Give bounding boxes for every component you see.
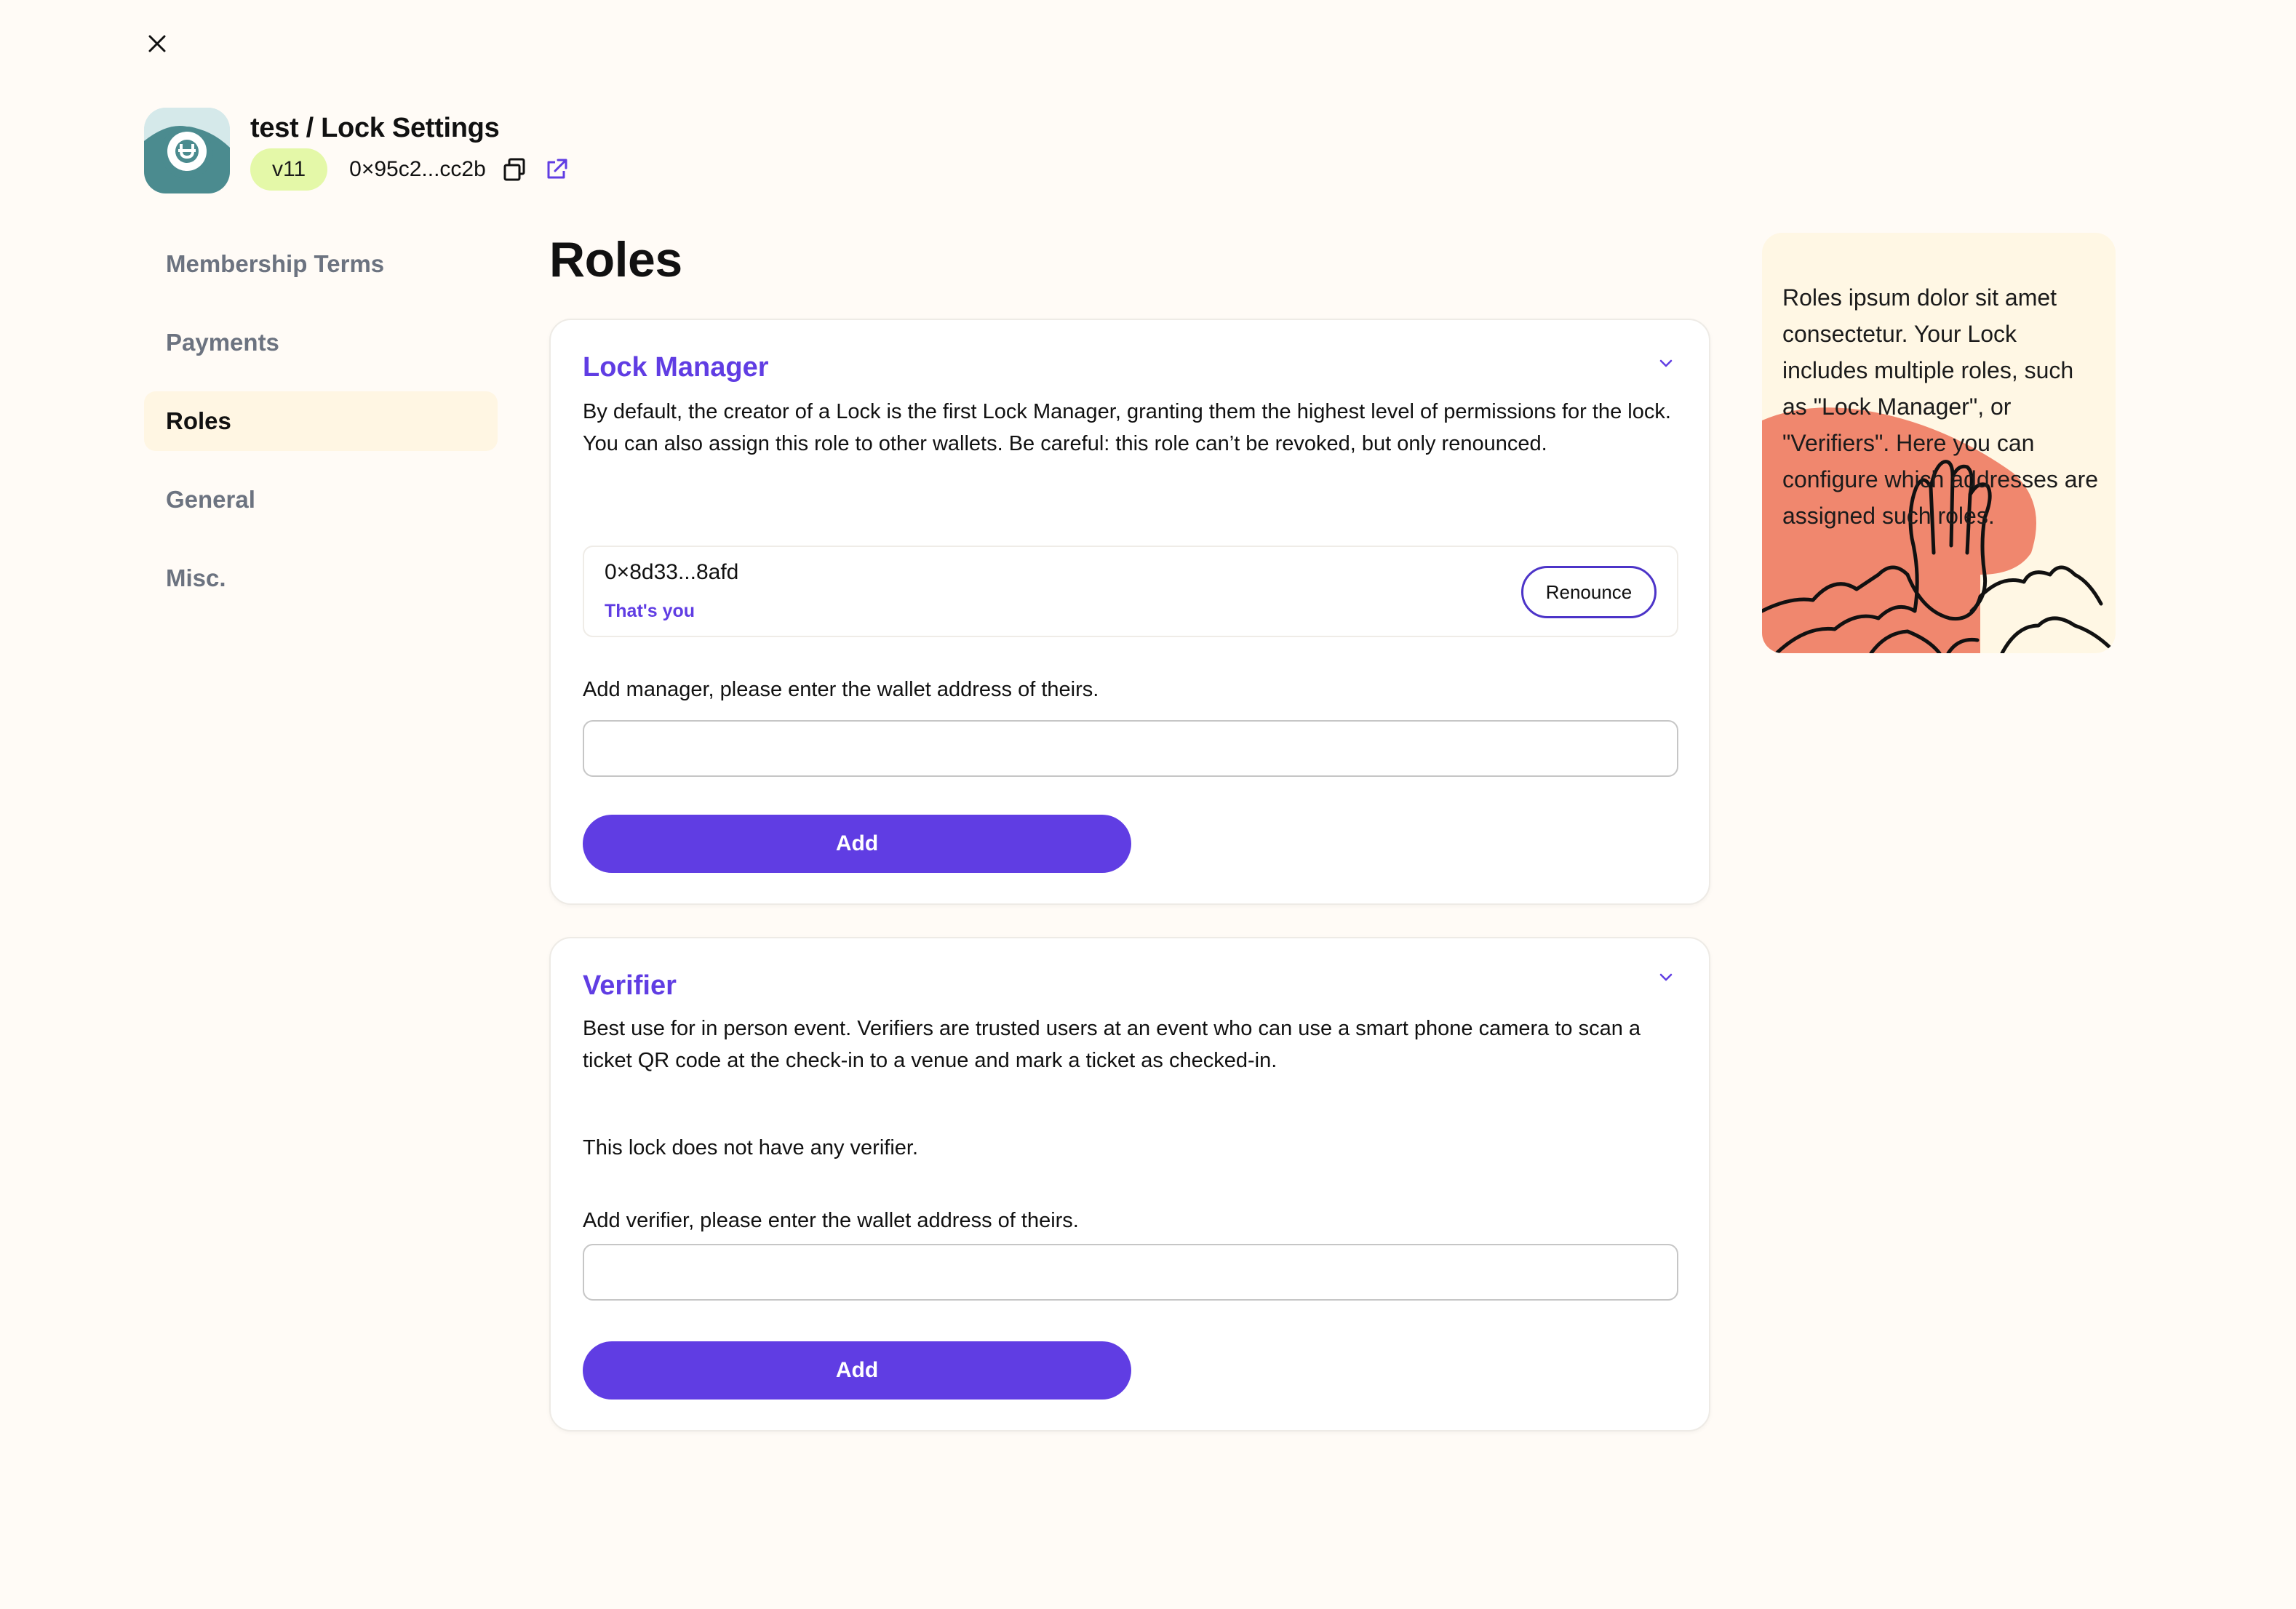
add-verifier-input[interactable] bbox=[583, 1244, 1678, 1301]
roles-help-text: Roles ipsum dolor sit amet consectetur. … bbox=[1782, 284, 2099, 529]
sidebar-item-label: Roles bbox=[166, 407, 231, 434]
sidebar-item-label: Payments bbox=[166, 329, 279, 356]
version-badge: v11 bbox=[250, 148, 328, 191]
close-icon bbox=[148, 35, 166, 52]
lock-settings-page: test / Lock Settings v11 0×95c2...cc2b M… bbox=[0, 0, 2296, 1609]
settings-sidebar: Membership Terms Payments Roles General … bbox=[144, 234, 498, 627]
current-user-label: That's you bbox=[605, 601, 695, 621]
roles-help-panel: Roles ipsum dolor sit amet consectetur. … bbox=[1762, 233, 2116, 653]
add-manager-button[interactable]: Add bbox=[583, 815, 1131, 873]
lock-title: test / Lock Settings bbox=[250, 113, 500, 143]
page-title: Roles bbox=[549, 232, 682, 287]
lock-header: test / Lock Settings v11 0×95c2...cc2b bbox=[144, 108, 569, 193]
add-verifier-button[interactable]: Add bbox=[583, 1341, 1131, 1400]
copy-icon bbox=[503, 158, 525, 181]
lock-manager-title: Lock Manager bbox=[583, 352, 769, 383]
add-manager-label: Add manager, please enter the wallet add… bbox=[583, 678, 1099, 701]
verifier-title: Verifier bbox=[583, 970, 677, 1001]
sidebar-item-label: Membership Terms bbox=[166, 250, 385, 277]
add-manager-input[interactable] bbox=[583, 720, 1678, 777]
lock-address: 0×95c2...cc2b bbox=[349, 157, 486, 181]
verifier-description: Best use for in person event. Verifiers … bbox=[583, 1017, 1641, 1072]
chevron-down-icon[interactable] bbox=[1655, 352, 1677, 374]
manager-list-item: 0×8d33...8afd That's you Renounce bbox=[583, 546, 1678, 637]
lock-avatar bbox=[144, 108, 230, 193]
open-explorer-button[interactable] bbox=[544, 157, 569, 182]
chevron-down-icon[interactable] bbox=[1655, 966, 1677, 988]
sidebar-item-roles[interactable]: Roles bbox=[144, 391, 498, 451]
copy-address-button[interactable] bbox=[502, 157, 527, 182]
add-verifier-label: Add verifier, please enter the wallet ad… bbox=[583, 1209, 1079, 1232]
lock-manager-description: By default, the creator of a Lock is the… bbox=[583, 400, 1671, 455]
sidebar-item-general[interactable]: General bbox=[144, 470, 498, 530]
sidebar-item-misc[interactable]: Misc. bbox=[144, 548, 498, 608]
sidebar-item-membership-terms[interactable]: Membership Terms bbox=[144, 234, 498, 294]
sidebar-item-label: Misc. bbox=[166, 564, 226, 591]
renounce-button[interactable]: Renounce bbox=[1521, 566, 1657, 618]
sidebar-item-payments[interactable]: Payments bbox=[144, 313, 498, 372]
verifier-card: Verifier Best use for in person event. V… bbox=[549, 937, 1710, 1432]
no-verifier-text: This lock does not have any verifier. bbox=[583, 1136, 919, 1159]
lock-manager-card: Lock Manager By default, the creator of … bbox=[549, 319, 1710, 905]
close-button[interactable] bbox=[143, 29, 172, 58]
sidebar-item-label: General bbox=[166, 486, 255, 513]
external-link-icon bbox=[547, 159, 567, 179]
manager-address: 0×8d33...8afd bbox=[605, 560, 739, 584]
unlock-logo-icon bbox=[144, 108, 230, 193]
